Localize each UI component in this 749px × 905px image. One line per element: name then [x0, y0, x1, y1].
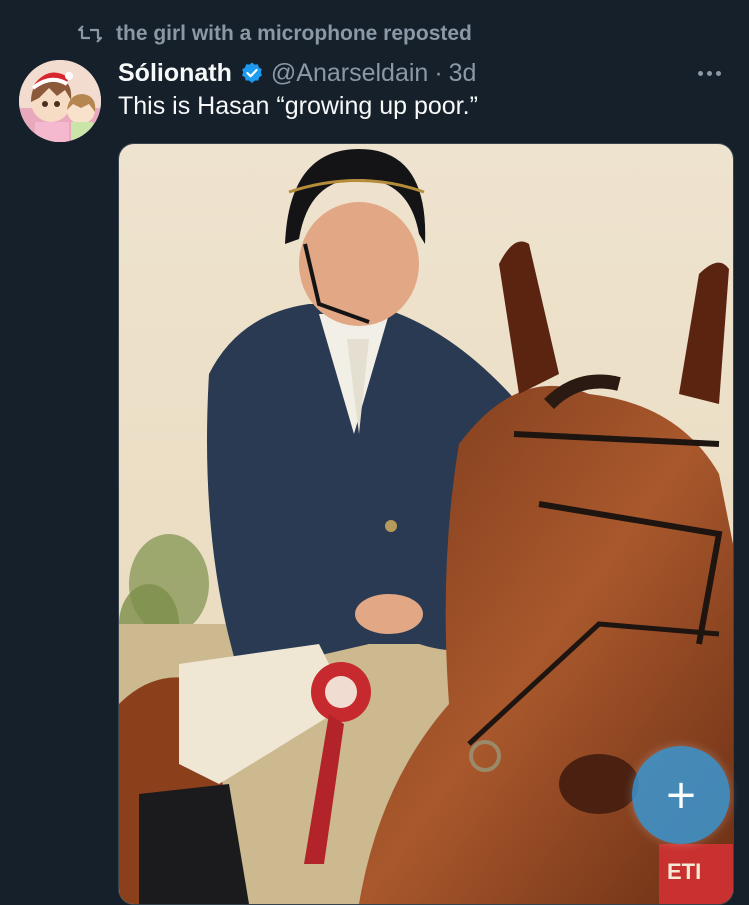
compose-plus-icon[interactable]: +	[632, 746, 730, 844]
tweet-header: Sólionath @Anarseldain · 3d	[118, 56, 476, 90]
fab-plus-glyph: +	[664, 772, 698, 818]
timestamp[interactable]: 3d	[449, 59, 477, 88]
handle[interactable]: @Anarseldain	[271, 59, 428, 88]
repost-icon	[78, 23, 102, 45]
svg-text:ETI: ETI	[667, 859, 701, 884]
repost-indicator[interactable]: the girl with a microphone reposted	[78, 20, 472, 48]
separator-dot: ·	[434, 58, 443, 87]
repost-label[interactable]: the girl with a microphone reposted	[116, 22, 472, 46]
tweet-text: This is Hasan “growing up poor.”	[118, 92, 478, 120]
more-options-icon[interactable]	[689, 58, 729, 88]
avatar[interactable]	[19, 60, 101, 142]
verified-badge-icon	[240, 61, 264, 85]
display-name[interactable]: Sólionath	[118, 59, 232, 88]
